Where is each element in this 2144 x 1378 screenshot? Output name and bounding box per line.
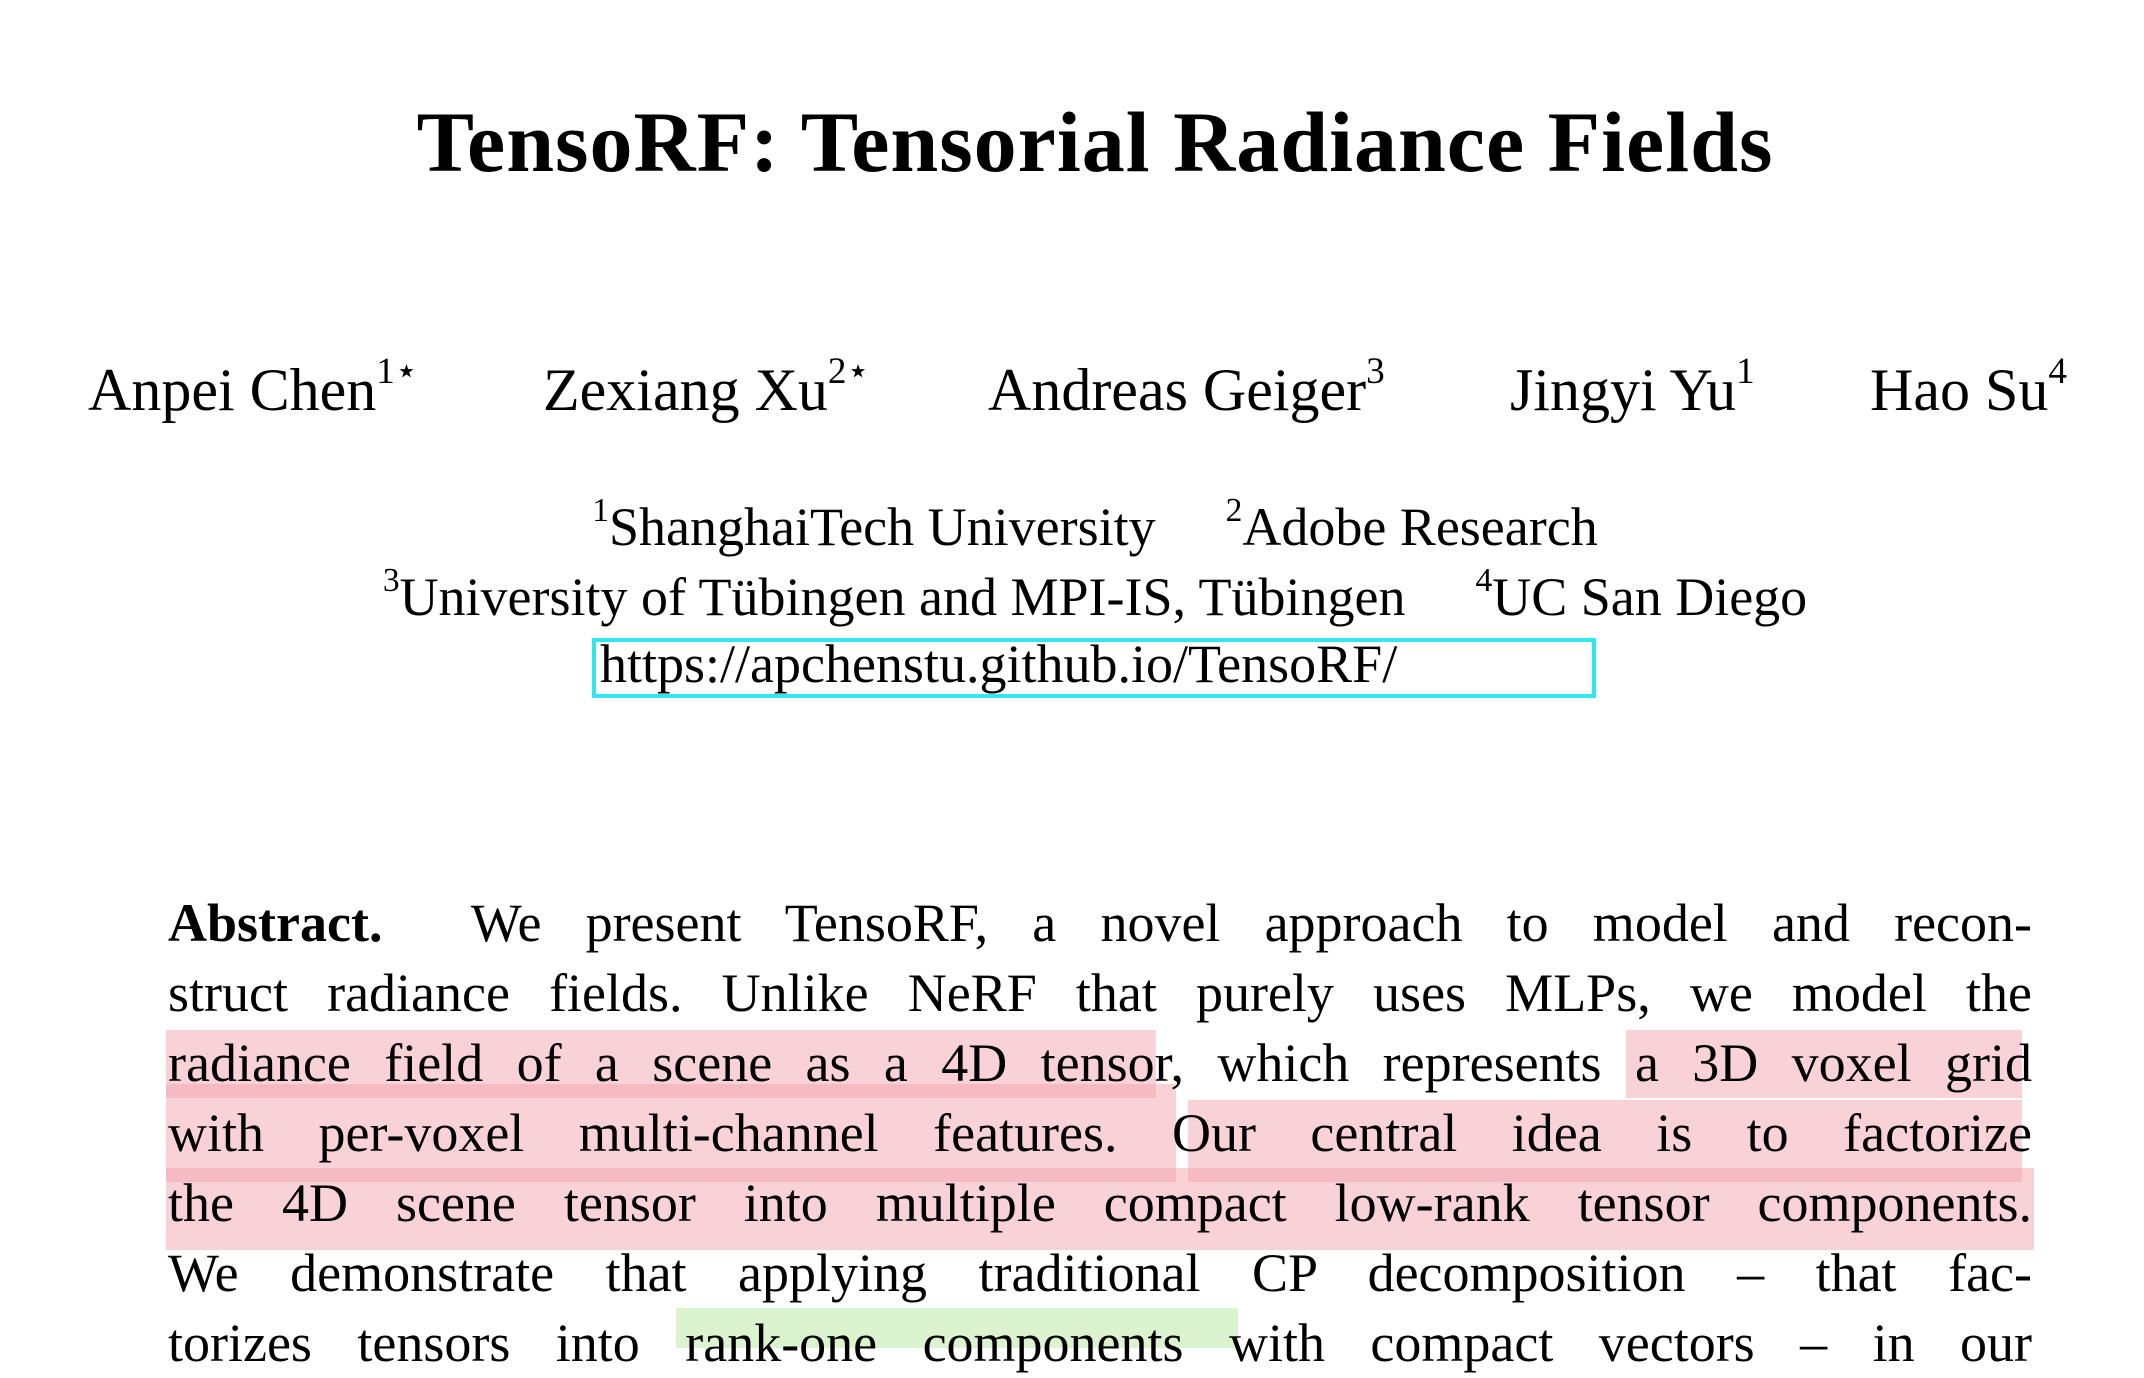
author-anpei-chen: Anpei Chen1⋆	[88, 351, 419, 423]
pdf-page: TensoRF: Tensorial Radiance Fields Anpei…	[0, 0, 2144, 1373]
author-jingyi-yu: Jingyi Yu1	[1510, 351, 1755, 423]
affiliations-row-1: 1ShanghaiTech University 2Adobe Research	[0, 492, 2144, 562]
paper-title: TensoRF: Tensorial Radiance Fields	[416, 94, 1774, 190]
affiliation-tuebingen: 3University of Tübingen and MPI-IS, Tübi…	[382, 561, 1406, 627]
abstract-line-2: struct radiance fields. Unlike NeRF that…	[168, 963, 2032, 1023]
abstract-line-7: torizes tensors into rank-one components…	[168, 1313, 2032, 1373]
author-andreas-geiger: Andreas Geiger3	[988, 351, 1385, 423]
abstract-line-6: We demonstrate that applying traditional…	[168, 1243, 2032, 1303]
abstract-line-5: the 4D scene tensor into multiple compac…	[168, 1173, 2032, 1233]
affiliation-adobe: 2Adobe Research	[1225, 491, 1598, 557]
abstract-line-1: Abstract. We present TensoRF, a novel ap…	[168, 888, 2032, 958]
abstract-line-4: with per-voxel multi-channel features. O…	[168, 1103, 2032, 1163]
abstract-text: We present TensoRF, a novel approach to …	[470, 893, 2032, 953]
affiliations-row-2: 3University of Tübingen and MPI-IS, Tübi…	[0, 562, 2144, 632]
author-hao-su: Hao Su4	[1870, 351, 2067, 423]
affiliation-ucsd: 4UC San Diego	[1475, 561, 1808, 627]
abstract-line-3: radiance field of a scene as a 4D tensor…	[168, 1033, 2032, 1093]
abstract-label: Abstract.	[168, 893, 383, 953]
author-zexiang-xu: Zexiang Xu2⋆	[543, 351, 870, 423]
project-url-link[interactable]: https://apchenstu.github.io/TensoRF/	[600, 624, 1590, 704]
affiliation-shanghaitech: 1ShanghaiTech University	[592, 491, 1156, 557]
